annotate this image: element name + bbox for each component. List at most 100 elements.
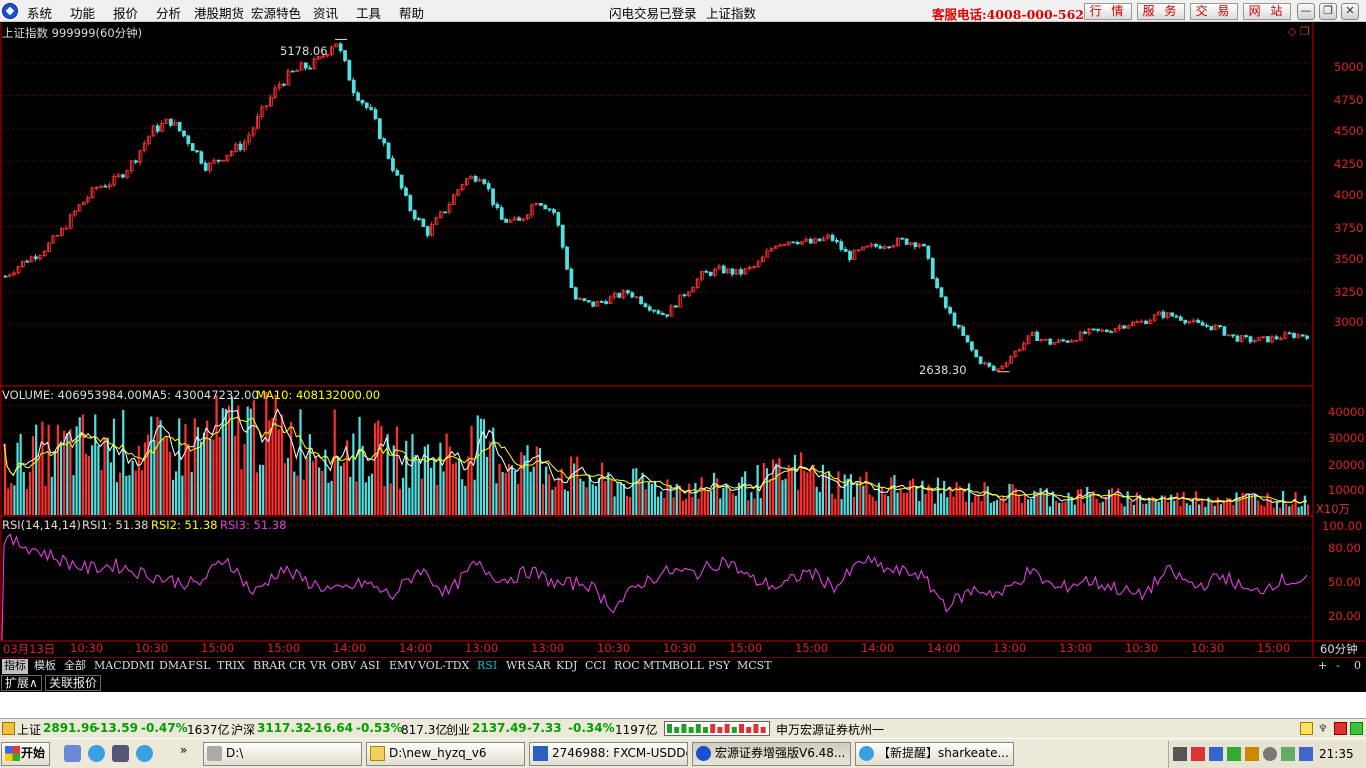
volume-bar (918, 501, 921, 515)
candle-body (1109, 331, 1114, 334)
volume-bar (744, 471, 747, 515)
indicator-tab-boll[interactable]: BOLL (670, 659, 706, 674)
indicator-tab-psy[interactable]: PSY (706, 659, 732, 674)
shield-tray-icon[interactable] (1299, 747, 1313, 761)
close-button[interactable]: ✕ (1341, 3, 1359, 20)
expand-tab[interactable]: 扩展∧ (1, 675, 42, 691)
indicator-tab-obv[interactable]: OBV (329, 659, 358, 674)
menu-hongyuan[interactable]: 宏源特色 (251, 3, 301, 22)
volume-bar (1254, 493, 1257, 515)
indicator-tab-cci[interactable]: CCI (583, 659, 608, 674)
indicator-tab-dma[interactable]: DMA (157, 659, 189, 674)
menu-news[interactable]: 资讯 (313, 3, 338, 22)
volume-bar (184, 424, 187, 515)
menu-function[interactable]: 功能 (70, 3, 95, 22)
clock[interactable]: 21:35 (1319, 747, 1354, 761)
menu-help[interactable]: 帮助 (399, 3, 424, 22)
candle-body (34, 256, 38, 259)
indicator-tab-mcst[interactable]: MCST (735, 659, 774, 674)
network-tray-icon[interactable] (1191, 747, 1205, 761)
menu-quote[interactable]: 报价 (113, 3, 138, 22)
security-tray-icon[interactable] (1227, 747, 1241, 761)
trade-button[interactable]: 交 易 (1190, 3, 1238, 20)
chart-settings-icon[interactable]: ◇ ❐ (1288, 25, 1310, 38)
volume-bar (905, 492, 908, 515)
volume-bar (414, 454, 417, 515)
message-icon[interactable] (1300, 722, 1313, 735)
quicklaunch-more-icon[interactable]: » (180, 743, 187, 757)
related-quotes-tab[interactable]: 关联报价 (45, 675, 102, 691)
chart-area[interactable]: 上证指数 999999(60分钟) ◇ ❐ 5178.06 2638.30 50… (0, 22, 1366, 657)
indicator-tab-brar[interactable]: BRAR (251, 659, 288, 674)
indicator-tab-trix[interactable]: TRIX (215, 659, 247, 674)
volume-bar (971, 502, 974, 515)
desktop-quicklaunch-icon[interactable] (112, 745, 129, 762)
volume-bar (479, 418, 482, 515)
indicator-tab-vol-tdx[interactable]: VOL-TDX (416, 659, 471, 674)
indicator-tab-macd[interactable]: MACD (92, 659, 132, 674)
cy-index-name[interactable]: 创业 (446, 721, 470, 738)
zoom-reset-button[interactable]: 0 (1352, 659, 1363, 674)
indicator-tab-dmi[interactable]: DMI (128, 659, 156, 674)
volume-bar (703, 487, 706, 515)
app-logo-icon[interactable] (2, 3, 18, 19)
service-button[interactable]: 服 务 (1137, 3, 1185, 20)
taskbar-window-d-drive[interactable]: D:\ (203, 742, 362, 766)
taskbar-window-hongyuan[interactable]: 宏源证券增强版V6.48... (692, 742, 851, 766)
online-icon[interactable] (1350, 722, 1363, 735)
taskbar-window-fxcm[interactable]: 2746988: FXCM-USDDe... (529, 742, 688, 766)
candle-body (948, 307, 953, 314)
sh-index-name[interactable]: 上证 (17, 721, 41, 738)
volume-bar (156, 416, 159, 515)
indicator-tab-指标[interactable]: 指标 (2, 659, 28, 674)
volume-bar (768, 479, 772, 515)
menu-system[interactable]: 系统 (27, 3, 52, 22)
indicator-tab-sar[interactable]: SAR (525, 659, 553, 674)
menu-hk-futures[interactable]: 港股期货 (194, 3, 244, 22)
indicator-tab-rsi[interactable]: RSI (475, 659, 499, 674)
alert-icon[interactable] (2, 722, 15, 735)
zoom-out-button[interactable]: - (1334, 659, 1342, 674)
market-button[interactable]: 行 情 (1084, 3, 1132, 20)
ie-quicklaunch-icon[interactable] (88, 745, 105, 762)
candle-body (795, 241, 800, 245)
indicator-tab-全部[interactable]: 全部 (62, 659, 88, 674)
indicator-tab-fsl[interactable]: FSL (186, 659, 212, 674)
keyboard-tray-icon[interactable] (1173, 747, 1187, 761)
disk-tray-icon[interactable] (1263, 747, 1277, 761)
hs-index-name[interactable]: 沪深 (231, 721, 255, 738)
volume-bar (961, 489, 964, 515)
taskbar-window-folder[interactable]: D:\new_hyzq_v6 (366, 742, 525, 766)
website-button[interactable]: 网 站 (1243, 3, 1291, 20)
menu-analysis[interactable]: 分析 (156, 3, 181, 22)
menu-tools[interactable]: 工具 (356, 3, 381, 22)
explorer-quicklaunch-icon[interactable] (64, 745, 81, 762)
period-label[interactable]: 60分钟 (1320, 641, 1358, 657)
volume-bar (871, 496, 874, 515)
chart-canvas (0, 22, 1366, 657)
volume-bar (187, 443, 190, 515)
zoom-in-button[interactable]: + (1316, 659, 1329, 674)
indicator-tab-vr[interactable]: VR (308, 659, 328, 674)
volume-bar (1210, 501, 1213, 515)
indicator-tab-kdj[interactable]: KDJ (554, 659, 579, 674)
volume-tray-icon[interactable] (1209, 747, 1223, 761)
minimize-button[interactable]: — (1297, 3, 1315, 20)
app-tray-icon[interactable] (1245, 747, 1259, 761)
indicator-tab-emv[interactable]: EMV (387, 659, 418, 674)
taskbar-window-browser[interactable]: 【新提醒】sharkeate... (855, 742, 1014, 766)
start-button[interactable]: 开始 (1, 742, 50, 766)
connection-icon[interactable] (1334, 722, 1347, 735)
volume-bar (377, 420, 380, 515)
volume-bar (352, 433, 355, 515)
volume-bar (53, 450, 56, 515)
indicator-tab-asi[interactable]: ASI (358, 659, 382, 674)
volume-bar (473, 479, 476, 515)
browser-quicklaunch-icon[interactable] (136, 745, 153, 762)
indicator-tab-cr[interactable]: CR (287, 659, 308, 674)
update-tray-icon[interactable] (1281, 747, 1295, 761)
indicator-tab-模板[interactable]: 模板 (32, 659, 58, 674)
indicator-tab-roc[interactable]: ROC (612, 659, 642, 674)
candle-body (708, 271, 713, 276)
restore-button[interactable]: ❐ (1319, 3, 1337, 20)
